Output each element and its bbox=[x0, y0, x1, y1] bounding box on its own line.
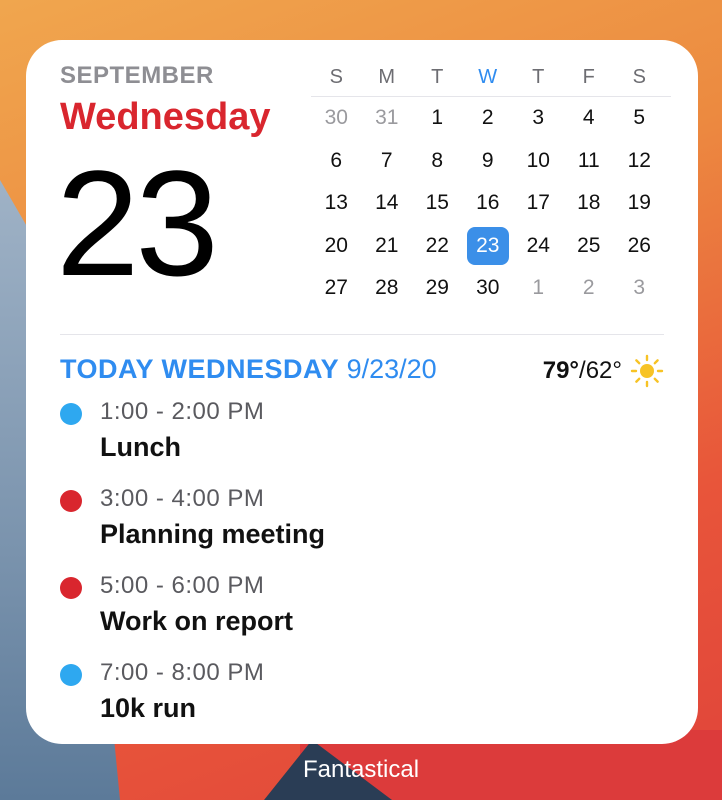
event-title: Planning meeting bbox=[100, 519, 326, 549]
calendar-day[interactable]: 27 bbox=[315, 269, 358, 307]
calendar-day[interactable]: 1 bbox=[517, 269, 560, 307]
temperature-high: 79° bbox=[542, 357, 580, 384]
calendar-day-selected[interactable]: 23 bbox=[466, 226, 509, 265]
sun-icon bbox=[630, 354, 664, 388]
calendar-day[interactable]: 26 bbox=[618, 227, 661, 265]
event-item[interactable]: 5:00 - 6:00 PM Work on report bbox=[60, 572, 660, 659]
calendar-day[interactable]: 1 bbox=[416, 99, 459, 137]
calendar-day[interactable]: 9 bbox=[467, 142, 510, 180]
calendar-color-dot bbox=[60, 664, 82, 686]
calendar-week-row: 27 28 29 30 1 2 3 bbox=[311, 267, 671, 310]
calendar-color-dot bbox=[60, 577, 82, 599]
event-title: 10k run bbox=[100, 693, 197, 723]
calendar-day[interactable]: 11 bbox=[568, 142, 611, 180]
today-header: TODAY WEDNESDAY 9/23/20 bbox=[60, 354, 437, 385]
app-name-label: Fantastical bbox=[302, 756, 420, 783]
month-label: SEPTEMBER bbox=[60, 62, 214, 89]
event-time: 7:00 - 8:00 PM bbox=[100, 659, 265, 686]
calendar-day[interactable]: 8 bbox=[416, 142, 459, 180]
calendar-day[interactable]: 19 bbox=[618, 184, 661, 222]
calendar-day[interactable]: 30 bbox=[315, 99, 358, 137]
event-title: Work on report bbox=[100, 606, 294, 636]
calendar-color-dot bbox=[60, 490, 82, 512]
day-number: 23 bbox=[56, 139, 219, 307]
weekday-letter: W bbox=[478, 65, 498, 88]
event-title: Lunch bbox=[100, 432, 181, 462]
calendar-day[interactable]: 28 bbox=[366, 269, 409, 307]
calendar-day[interactable]: 7 bbox=[366, 142, 409, 180]
event-list: 1:00 - 2:00 PM Lunch 3:00 - 4:00 PM Plannin… bbox=[60, 398, 660, 746]
calendar-day[interactable]: 2 bbox=[467, 99, 510, 137]
calendar-day[interactable]: 17 bbox=[517, 184, 560, 222]
calendar-week-row: 13 14 15 16 17 18 19 bbox=[311, 182, 671, 225]
calendar-day[interactable]: 21 bbox=[366, 227, 409, 265]
temperature-low: /62° bbox=[579, 357, 622, 384]
mini-calendar: SMTWTFS 30 31 1 2 3 4 5 6 7 8 9 10 11 12 13 14 15 16 17 18 1… bbox=[311, 58, 671, 310]
event-time: 1:00 - 2:00 PM bbox=[100, 398, 265, 425]
event-item[interactable]: 1:00 - 2:00 PM Lunch bbox=[60, 398, 660, 485]
calendar-day[interactable]: 25 bbox=[568, 227, 611, 265]
today-date: 9/23/20 bbox=[346, 354, 437, 384]
calendar-week-row: 30 31 1 2 3 4 5 bbox=[311, 97, 671, 140]
calendar-day[interactable]: 16 bbox=[467, 184, 510, 222]
calendar-day[interactable]: 18 bbox=[568, 184, 611, 222]
calendar-day[interactable]: 12 bbox=[618, 142, 661, 180]
divider bbox=[60, 334, 664, 335]
calendar-day[interactable]: 20 bbox=[315, 227, 358, 265]
calendar-day[interactable]: 5 bbox=[618, 99, 661, 137]
weekday-header-row: SMTWTFS bbox=[311, 58, 671, 97]
calendar-grid: 30 31 1 2 3 4 5 6 7 8 9 10 11 12 13 14 15 16 17 18 19 20 21 22 2… bbox=[311, 97, 671, 310]
event-item[interactable]: 7:00 - 8:00 PM 10k run bbox=[60, 659, 660, 746]
calendar-day[interactable]: 15 bbox=[416, 184, 459, 222]
calendar-day[interactable]: 24 bbox=[517, 227, 560, 265]
calendar-day[interactable]: 2 bbox=[568, 269, 611, 307]
weekday-letter: S bbox=[632, 65, 646, 88]
calendar-day[interactable]: 31 bbox=[366, 99, 409, 137]
weekday-letter: M bbox=[378, 65, 396, 88]
weekday-label: Wednesday bbox=[60, 96, 271, 138]
weekday-letter: S bbox=[329, 65, 343, 88]
calendar-day[interactable]: 30 bbox=[467, 269, 510, 307]
calendar-week-row: 6 7 8 9 10 11 12 bbox=[311, 140, 671, 183]
calendar-widget[interactable]: SEPTEMBER Wednesday 23 SMTWTFS 30 31 1 2 3 4 5… bbox=[26, 40, 698, 744]
calendar-week-row: 20 21 22 23 24 25 26 bbox=[311, 225, 671, 268]
event-time: 5:00 - 6:00 PM bbox=[100, 572, 265, 599]
calendar-day[interactable]: 6 bbox=[315, 142, 358, 180]
weekday-letter: T bbox=[532, 65, 545, 88]
calendar-day[interactable]: 3 bbox=[618, 269, 661, 307]
event-item[interactable]: 3:00 - 4:00 PM Planning meeting bbox=[60, 485, 660, 572]
calendar-day[interactable]: 3 bbox=[517, 99, 560, 137]
calendar-day[interactable]: 22 bbox=[416, 227, 459, 265]
calendar-day[interactable]: 13 bbox=[315, 184, 358, 222]
weather-summary: 79° /62° bbox=[543, 354, 664, 388]
calendar-day[interactable]: 4 bbox=[568, 99, 611, 137]
calendar-day[interactable]: 10 bbox=[517, 142, 560, 180]
calendar-color-dot bbox=[60, 403, 82, 425]
calendar-day[interactable]: 14 bbox=[366, 184, 409, 222]
weekday-letter: F bbox=[582, 65, 595, 88]
today-label: TODAY WEDNESDAY bbox=[60, 354, 340, 384]
calendar-day[interactable]: 29 bbox=[416, 269, 459, 307]
weekday-letter: T bbox=[431, 65, 444, 88]
event-time: 3:00 - 4:00 PM bbox=[100, 485, 265, 512]
